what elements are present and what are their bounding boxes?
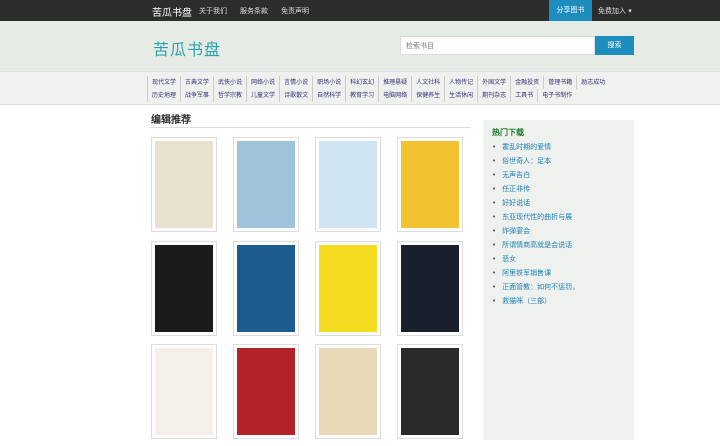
category-link[interactable]: 诗歌散文: [279, 89, 312, 102]
category-link[interactable]: 现代文学: [147, 76, 180, 89]
category-link[interactable]: 励志成功: [576, 76, 609, 89]
nav-terms[interactable]: 服务条款: [240, 6, 268, 16]
category-bar: 现代文学 古典文学 武侠小说 网络小说 言情小说 职场小说 科幻玄幻 推理悬疑 人文社科 人物传记…: [0, 71, 720, 105]
book-cover-image: [401, 141, 459, 228]
category-link[interactable]: 职场小说: [312, 76, 345, 89]
category-link[interactable]: 战争军事: [180, 89, 213, 102]
book-cover[interactable]: [151, 137, 217, 232]
hot-downloads-panel: 热门下载 霍乱时期的爱情俗世奇人：足本无声告白任正非传好好说话东亚现代性的曲折与…: [483, 120, 634, 440]
hot-download-link[interactable]: 好好说话: [492, 198, 579, 212]
book-cover-image: [319, 348, 377, 435]
category-link[interactable]: 人文社科: [411, 76, 444, 89]
top-navbar: 苦瓜书盘 关于我们 服务条款 免责声明 分享图书 免费加入 ▾: [0, 0, 720, 21]
nav-disclaimer[interactable]: 免责声明: [281, 6, 309, 16]
category-link[interactable]: 电脑网络: [378, 89, 411, 102]
category-link[interactable]: 言情小说: [279, 76, 312, 89]
category-link[interactable]: 管理书籍: [543, 76, 576, 89]
book-cover[interactable]: [233, 137, 299, 232]
book-cover-image: [237, 348, 295, 435]
category-link[interactable]: 自然科学: [312, 89, 345, 102]
hot-download-link[interactable]: 俗世奇人：足本: [492, 156, 579, 170]
divider: [151, 127, 471, 128]
category-link[interactable]: 生活休闲: [444, 89, 477, 102]
book-cover[interactable]: [315, 344, 381, 439]
book-cover-image: [319, 245, 377, 332]
search-input[interactable]: [400, 36, 595, 55]
category-link[interactable]: 推理悬疑: [378, 76, 411, 89]
category-link[interactable]: 人物传记: [444, 76, 477, 89]
nav-about[interactable]: 关于我们: [199, 6, 227, 16]
book-cover-image: [319, 141, 377, 228]
category-link[interactable]: 古典文学: [180, 76, 213, 89]
book-cover[interactable]: [397, 241, 463, 336]
search-button[interactable]: 搜索: [595, 36, 634, 55]
hot-download-link[interactable]: 阿里铁军销售课: [492, 268, 579, 282]
category-link[interactable]: 武侠小说: [213, 76, 246, 89]
hot-download-link[interactable]: 恶女: [492, 254, 579, 268]
category-link[interactable]: 哲学宗教: [213, 89, 246, 102]
book-cover-image: [155, 141, 213, 228]
book-cover-image: [155, 245, 213, 332]
hot-download-link[interactable]: 救猫咪（三部）: [492, 296, 579, 310]
category-link[interactable]: 金融投资: [510, 76, 543, 89]
hot-download-link[interactable]: 所谓情商高就是会说话: [492, 240, 579, 254]
hot-download-link[interactable]: 炸弹宴会: [492, 226, 579, 240]
book-cover[interactable]: [315, 137, 381, 232]
brand-link[interactable]: 苦瓜书盘: [152, 4, 192, 19]
book-cover[interactable]: [397, 344, 463, 439]
hot-download-link[interactable]: 无声告白: [492, 170, 579, 184]
book-cover[interactable]: [151, 241, 217, 336]
header: 苦瓜书盘 搜索: [0, 21, 720, 71]
share-book-button[interactable]: 分享图书: [549, 0, 592, 21]
category-link[interactable]: 工具书: [510, 89, 537, 102]
book-cover[interactable]: [233, 344, 299, 439]
site-logo[interactable]: 苦瓜书盘: [153, 36, 221, 60]
category-link[interactable]: 科幻玄幻: [345, 76, 378, 89]
book-cover[interactable]: [315, 241, 381, 336]
book-cover-image: [237, 245, 295, 332]
join-dropdown[interactable]: 免费加入 ▾: [598, 6, 632, 16]
category-link[interactable]: 保健养生: [411, 89, 444, 102]
book-cover-image: [155, 348, 213, 435]
section-title: 编辑推荐: [151, 115, 191, 126]
category-link[interactable]: 网络小说: [246, 76, 279, 89]
book-cover-image: [401, 245, 459, 332]
category-link[interactable]: 儿童文学: [246, 89, 279, 102]
book-cover-image: [237, 141, 295, 228]
category-link[interactable]: 电子书制作: [537, 89, 576, 102]
hot-download-link[interactable]: 霍乱时期的爱情: [492, 142, 579, 156]
category-link[interactable]: 外国文学: [477, 76, 510, 89]
book-cover[interactable]: [233, 241, 299, 336]
category-link[interactable]: 教育学习: [345, 89, 378, 102]
book-cover-image: [401, 348, 459, 435]
book-cover[interactable]: [397, 137, 463, 232]
category-link[interactable]: 期刊杂志: [477, 89, 510, 102]
hot-download-link[interactable]: 东亚现代性的曲折与展: [492, 212, 579, 226]
category-link[interactable]: 历史地理: [147, 89, 180, 102]
hot-downloads-title: 热门下载: [492, 128, 524, 137]
hot-download-link[interactable]: 正面管教：如何不惩罚，: [492, 282, 579, 296]
book-cover[interactable]: [151, 344, 217, 439]
hot-download-link[interactable]: 任正非传: [492, 184, 579, 198]
